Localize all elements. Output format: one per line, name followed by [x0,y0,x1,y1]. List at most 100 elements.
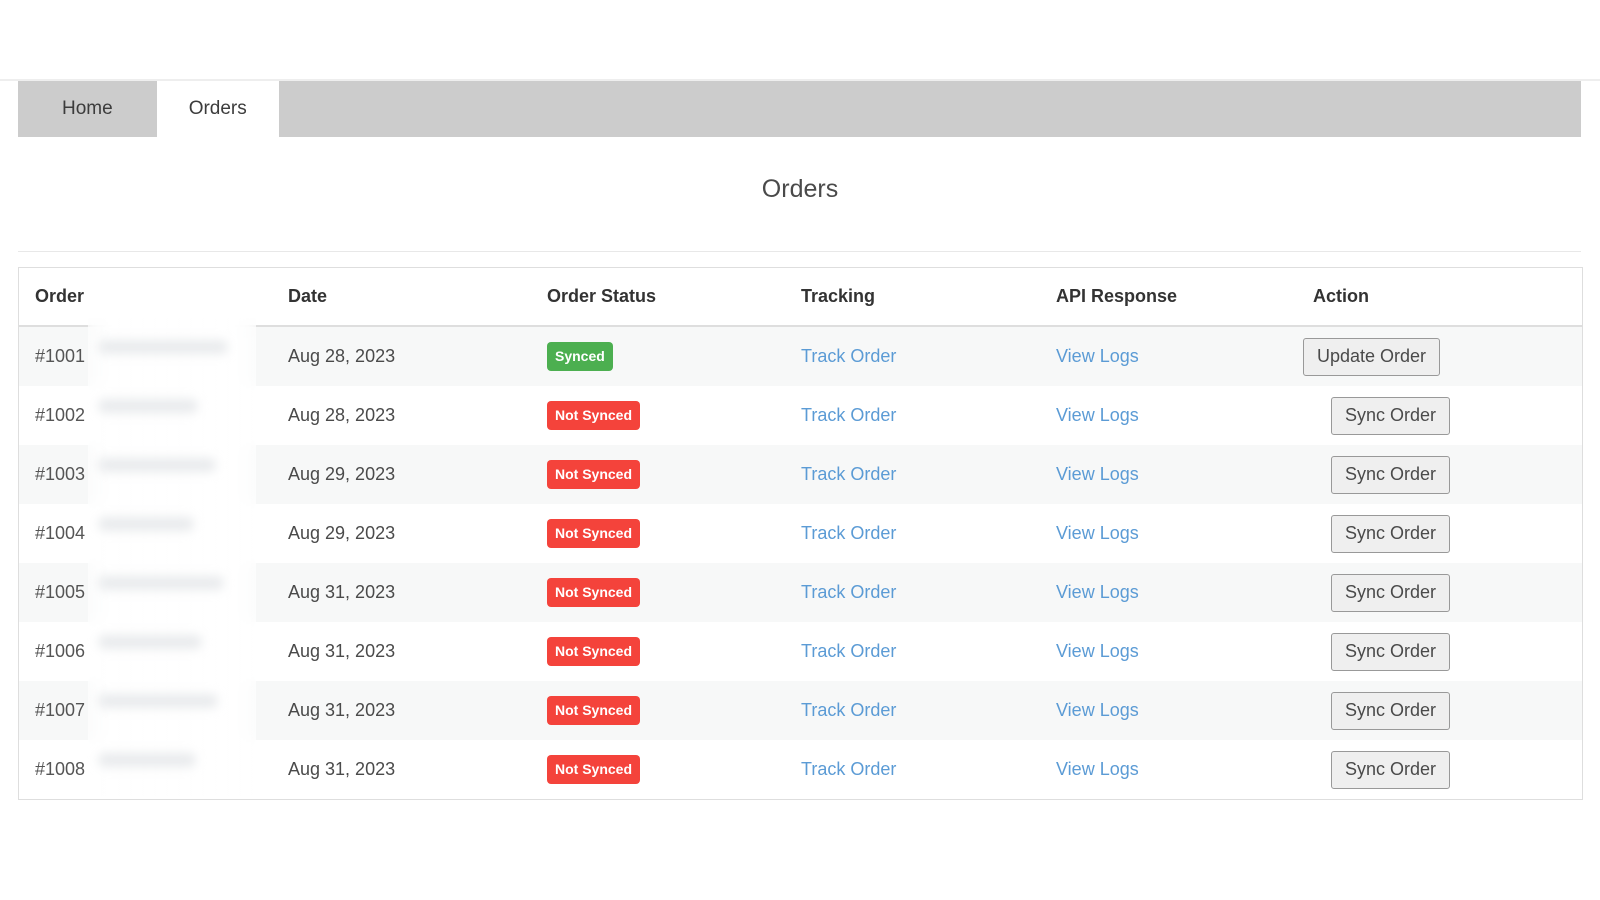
view-logs-link[interactable]: View Logs [1056,700,1139,720]
orders-table-head: Order Date Order Status Tracking API Res… [19,268,1582,326]
track-order-link[interactable]: Track Order [801,523,896,543]
cell-date: Aug 31, 2023 [272,563,531,622]
track-order-link[interactable]: Track Order [801,759,896,779]
column-header-date: Date [272,268,531,326]
view-logs-link[interactable]: View Logs [1056,582,1139,602]
status-badge: Synced [547,342,613,371]
cell-status: Not Synced [531,740,785,799]
view-logs-link[interactable]: View Logs [1056,759,1139,779]
column-header-order-status: Order Status [531,268,785,326]
cell-status: Not Synced [531,681,785,740]
cell-date: Aug 31, 2023 [272,622,531,681]
view-logs-link[interactable]: View Logs [1056,641,1139,661]
cell-date: Aug 31, 2023 [272,740,531,799]
track-order-link[interactable]: Track Order [801,405,896,425]
cell-status: Not Synced [531,445,785,504]
cell-status: Synced [531,326,785,386]
track-order-link[interactable]: Track Order [801,641,896,661]
cell-action: Sync Order [1297,445,1582,504]
orders-table: Order Date Order Status Tracking API Res… [19,268,1582,799]
sync-order-button[interactable]: Sync Order [1331,574,1450,612]
cell-api: View Logs [1040,504,1297,563]
table-row: #1004 Aug 29, 2023 Not Synced Track Orde… [19,504,1582,563]
sync-order-button[interactable]: Sync Order [1331,456,1450,494]
status-badge: Not Synced [547,637,640,666]
cell-api: View Logs [1040,681,1297,740]
table-row: #1003 Aug 29, 2023 Not Synced Track Orde… [19,445,1582,504]
cell-tracking: Track Order [785,504,1040,563]
sync-order-button[interactable]: Sync Order [1331,692,1450,730]
table-row: #1006 Aug 31, 2023 Not Synced Track Orde… [19,622,1582,681]
cell-tracking: Track Order [785,386,1040,445]
cell-tracking: Track Order [785,740,1040,799]
order-id: #1006 [35,641,85,661]
cell-date: Aug 31, 2023 [272,681,531,740]
view-logs-link[interactable]: View Logs [1056,464,1139,484]
track-order-link[interactable]: Track Order [801,464,896,484]
cell-status: Not Synced [531,504,785,563]
cell-api: View Logs [1040,326,1297,386]
cell-order: #1001 [19,326,272,386]
table-row: #1007 Aug 31, 2023 Not Synced Track Orde… [19,681,1582,740]
cell-action: Sync Order [1297,386,1582,445]
table-row: #1005 Aug 31, 2023 Not Synced Track Orde… [19,563,1582,622]
cell-status: Not Synced [531,563,785,622]
cell-api: View Logs [1040,445,1297,504]
cell-order: #1005 [19,563,272,622]
order-id: #1005 [35,582,85,602]
status-badge: Not Synced [547,696,640,725]
track-order-link[interactable]: Track Order [801,700,896,720]
column-header-tracking: Tracking [785,268,1040,326]
sync-order-button[interactable]: Sync Order [1331,751,1450,789]
table-row: #1008 Aug 31, 2023 Not Synced Track Orde… [19,740,1582,799]
top-blank-area [0,0,1600,79]
sync-order-button[interactable]: Sync Order [1331,515,1450,553]
tab-bar: Home Orders [18,81,1581,137]
track-order-link[interactable]: Track Order [801,346,896,366]
cell-api: View Logs [1040,622,1297,681]
status-badge: Not Synced [547,401,640,430]
orders-table-container: Order Date Order Status Tracking API Res… [18,267,1583,800]
view-logs-link[interactable]: View Logs [1056,405,1139,425]
cell-tracking: Track Order [785,622,1040,681]
cell-order: #1002 [19,386,272,445]
cell-order: #1004 [19,504,272,563]
cell-date: Aug 29, 2023 [272,445,531,504]
cell-tracking: Track Order [785,681,1040,740]
cell-date: Aug 28, 2023 [272,386,531,445]
column-header-api-response: API Response [1040,268,1297,326]
tab-orders[interactable]: Orders [157,81,279,137]
update-order-button[interactable]: Update Order [1303,338,1440,376]
status-badge: Not Synced [547,460,640,489]
tab-home-label: Home [62,98,113,120]
order-id: #1003 [35,464,85,484]
cell-order: #1007 [19,681,272,740]
status-badge: Not Synced [547,519,640,548]
cell-action: Sync Order [1297,563,1582,622]
view-logs-link[interactable]: View Logs [1056,523,1139,543]
cell-action: Update Order [1297,326,1582,386]
order-id: #1004 [35,523,85,543]
order-id: #1001 [35,346,85,366]
cell-date: Aug 29, 2023 [272,504,531,563]
cell-action: Sync Order [1297,740,1582,799]
column-header-order: Order [19,268,272,326]
track-order-link[interactable]: Track Order [801,582,896,602]
sync-order-button[interactable]: Sync Order [1331,397,1450,435]
cell-api: View Logs [1040,563,1297,622]
cell-tracking: Track Order [785,445,1040,504]
cell-api: View Logs [1040,386,1297,445]
page-title: Orders [0,175,1600,204]
cell-order: #1003 [19,445,272,504]
sync-order-button[interactable]: Sync Order [1331,633,1450,671]
cell-action: Sync Order [1297,622,1582,681]
cell-tracking: Track Order [785,563,1040,622]
cell-date: Aug 28, 2023 [272,326,531,386]
column-header-action: Action [1297,268,1582,326]
cell-status: Not Synced [531,622,785,681]
cell-tracking: Track Order [785,326,1040,386]
order-id: #1002 [35,405,85,425]
tab-home[interactable]: Home [18,81,157,137]
view-logs-link[interactable]: View Logs [1056,346,1139,366]
cell-order: #1008 [19,740,272,799]
